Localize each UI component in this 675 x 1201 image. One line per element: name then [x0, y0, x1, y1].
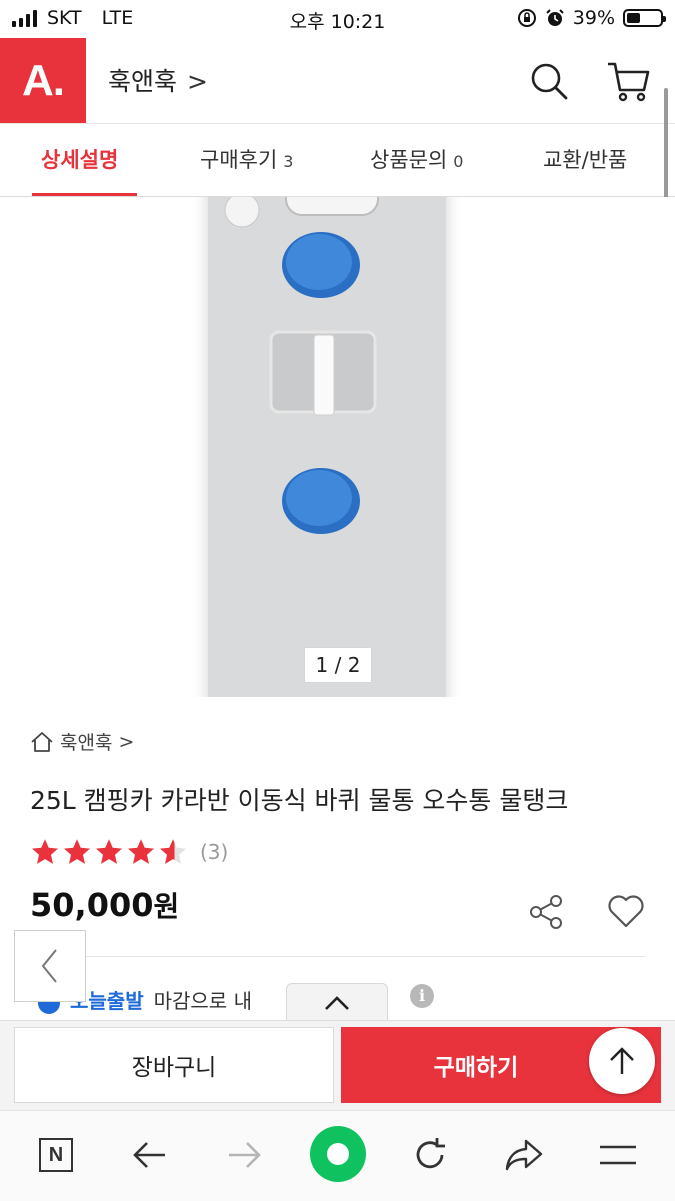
scroll-top-button[interactable]: [589, 1028, 655, 1094]
tab-detail-label: 상세설명: [41, 148, 119, 172]
green-dot-icon: [327, 1143, 349, 1165]
delivery-text: 마감으로 내: [153, 989, 252, 1013]
home-icon: [31, 731, 53, 752]
green-dot-button[interactable]: [310, 1126, 366, 1182]
n-icon: N: [39, 1138, 73, 1172]
breadcrumb[interactable]: 훅앤훅 >: [30, 728, 134, 755]
store-chevron-icon: >: [187, 67, 208, 96]
rating-stars[interactable]: (3): [30, 837, 228, 867]
add-to-cart-label: 장바구니: [131, 1055, 217, 1081]
price-number: 50,000: [30, 886, 154, 924]
info-icon[interactable]: i: [410, 984, 434, 1008]
menu-button[interactable]: [596, 1133, 640, 1177]
price-unit: 원: [153, 890, 180, 923]
half-star-icon: [160, 839, 186, 864]
app-header: A. 훅앤훅 >: [0, 38, 675, 124]
chevron-up-icon: [325, 996, 349, 1010]
forward-button[interactable]: [222, 1133, 266, 1177]
tab-inquiry-label: 상품문의: [370, 148, 448, 172]
reload-button[interactable]: [408, 1133, 452, 1177]
share-icon[interactable]: [527, 893, 565, 931]
share-arrow-icon: [505, 1139, 543, 1171]
search-icon[interactable]: [528, 60, 570, 102]
menu-icon: [600, 1145, 636, 1165]
active-tab-indicator: [32, 193, 137, 196]
forward-arrow-icon: [229, 1142, 261, 1168]
back-button[interactable]: [128, 1133, 172, 1177]
store-name: 훅앤훅: [108, 67, 178, 96]
arrow-up-icon: [610, 1047, 634, 1074]
water-tank-illustration: [224, 197, 379, 534]
product-title: 25L 캠핑카 카라반 이동식 바퀴 물통 오수통 물탱크: [30, 786, 569, 815]
star-icon: [96, 839, 122, 864]
rotation-lock-icon: [517, 9, 536, 27]
product-price: 50,000원: [30, 885, 179, 925]
tab-exchange[interactable]: 교환/반품: [543, 144, 627, 174]
image-pager: 1 / 2: [304, 647, 372, 683]
tab-reviews-label: 구매후기: [200, 148, 278, 172]
reload-icon: [416, 1138, 445, 1169]
section-divider: [30, 956, 645, 957]
star-icon: [128, 839, 154, 864]
collapse-handle[interactable]: [286, 983, 388, 1022]
breadcrumb-chevron-icon: >: [118, 730, 135, 753]
back-arrow-icon: [133, 1142, 165, 1168]
share-page-button[interactable]: [502, 1133, 546, 1177]
gallery-prev-button[interactable]: [14, 930, 86, 1002]
status-right: 39%: [517, 7, 666, 29]
store-link[interactable]: 훅앤훅 >: [108, 62, 208, 98]
tab-reviews-count: 3: [283, 152, 294, 171]
naver-home-button[interactable]: N: [34, 1133, 78, 1177]
breadcrumb-store: 훅앤훅: [60, 732, 113, 754]
review-count: (3): [200, 840, 229, 864]
tab-detail[interactable]: 상세설명: [41, 144, 118, 174]
buy-now-label: 구매하기: [433, 1055, 519, 1081]
battery-percent: 39%: [572, 7, 615, 29]
cart-icon[interactable]: [604, 58, 652, 104]
tab-exchange-label: 교환/반품: [543, 148, 628, 172]
purchase-bar: 장바구니 구매하기: [0, 1020, 675, 1111]
tab-reviews[interactable]: 구매후기 3: [200, 144, 293, 174]
star-icon: [32, 839, 58, 864]
brand-logo[interactable]: A.: [0, 38, 86, 123]
heart-icon[interactable]: [606, 893, 646, 929]
status-bar: SKT LTE 오후 10:21 39%: [0, 0, 675, 38]
product-image-gallery[interactable]: [0, 197, 675, 697]
product-image: [208, 197, 446, 697]
detail-tabs: 상세설명 구매후기 3 상품문의 0 교환/반품: [0, 124, 675, 197]
tab-inquiry[interactable]: 상품문의 0: [370, 144, 463, 174]
tab-inquiry-count: 0: [453, 152, 464, 171]
chevron-left-icon: [41, 949, 57, 983]
add-to-cart-button[interactable]: 장바구니: [14, 1027, 334, 1103]
star-icon: [64, 839, 90, 864]
alarm-icon: [546, 9, 564, 26]
battery-icon: [623, 9, 666, 27]
